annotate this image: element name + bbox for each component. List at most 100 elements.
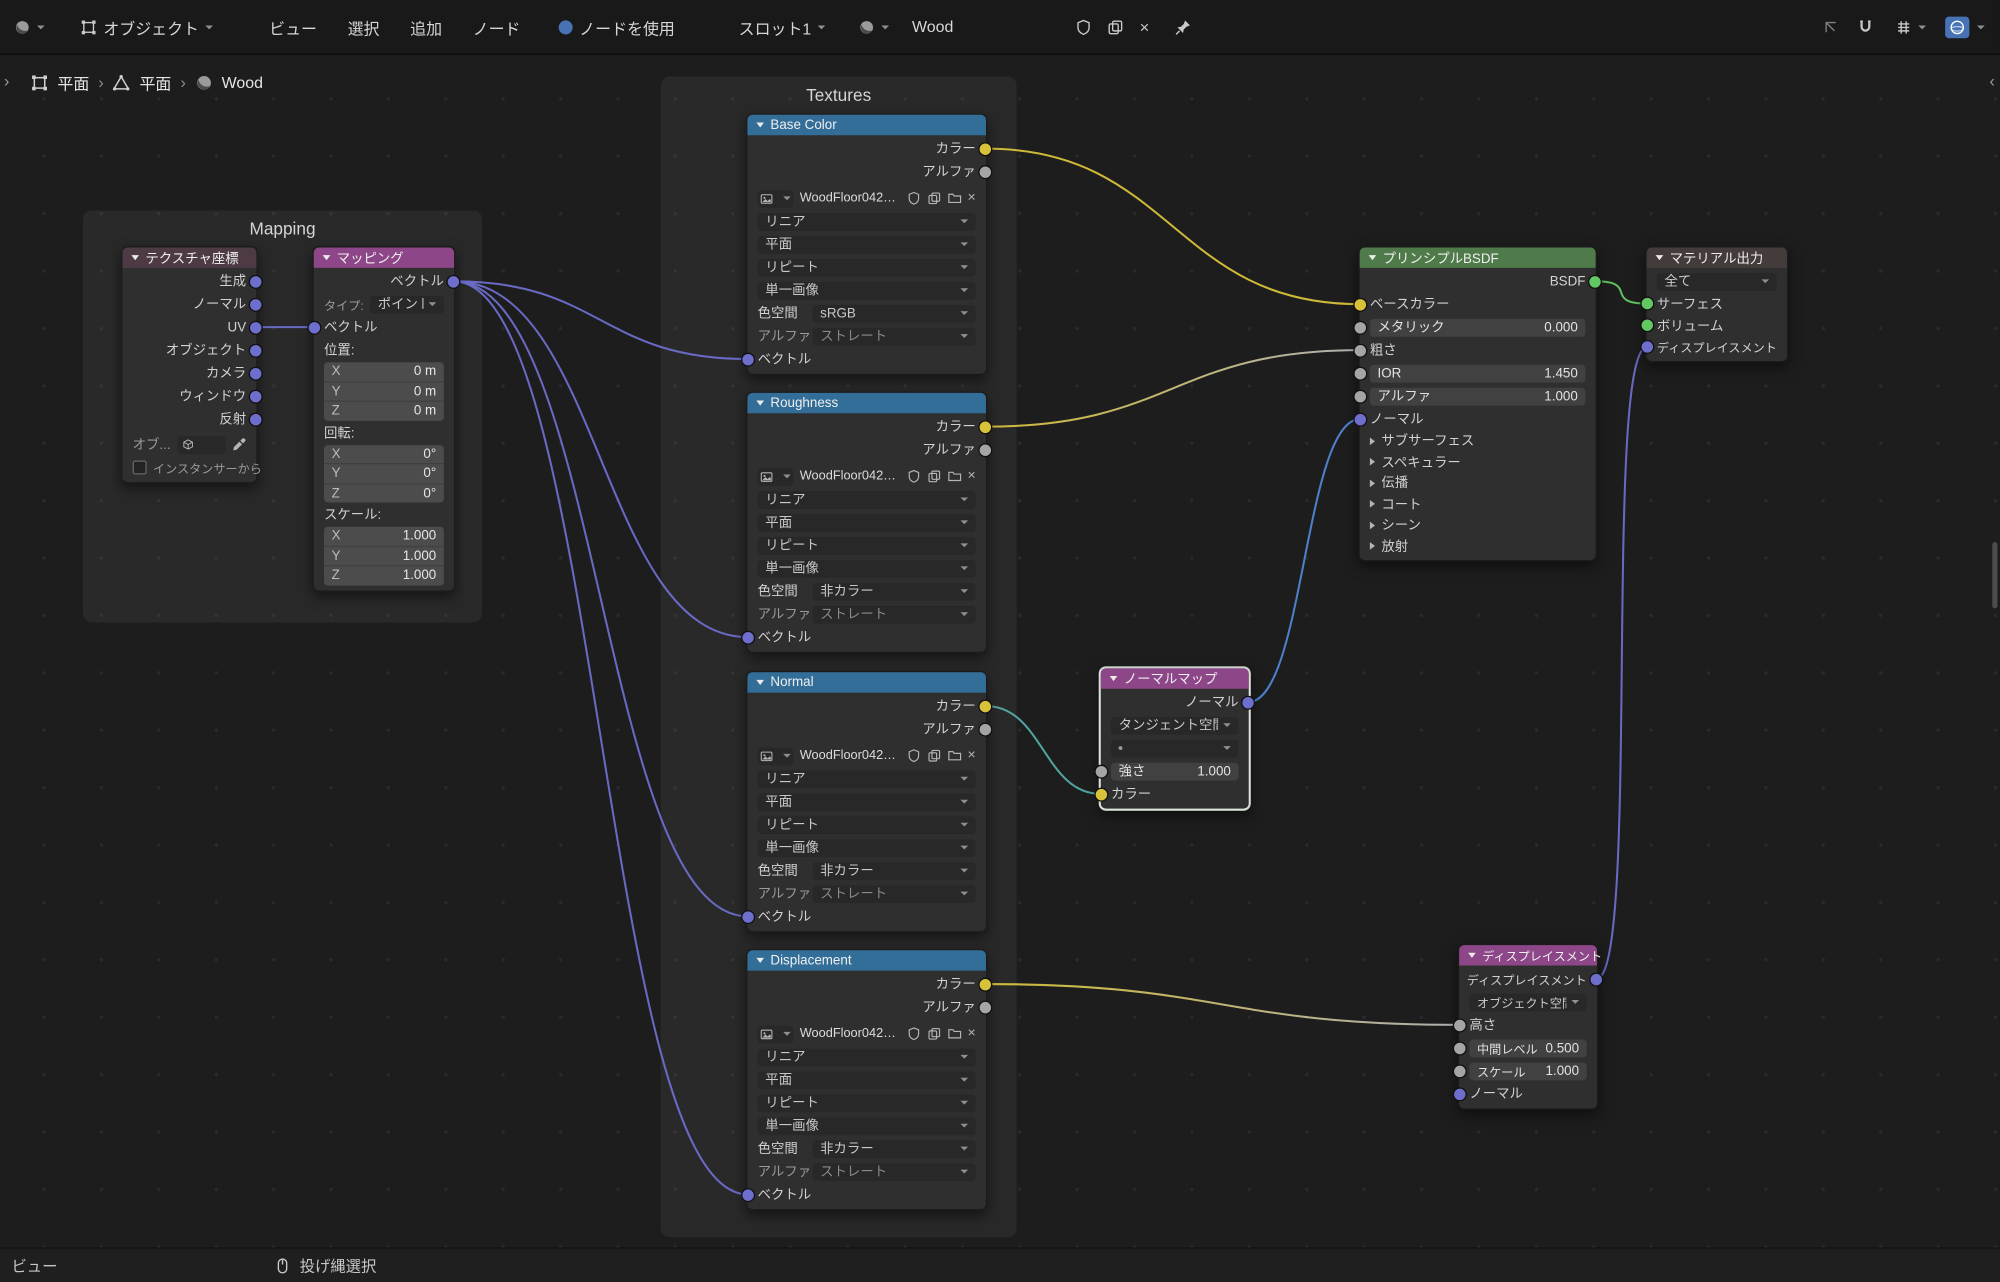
vector-input-socket[interactable]: [741, 909, 755, 923]
object-field[interactable]: [177, 436, 226, 454]
collapse-icon[interactable]: [1468, 953, 1476, 958]
snap-magnet-icon[interactable]: [1857, 18, 1874, 35]
eyedropper-icon[interactable]: [232, 437, 246, 451]
normal-map-node[interactable]: ノーマルマップ ノーマル タンジェント空間 強さ1.000 カラー: [1099, 667, 1250, 810]
alpha-output-socket[interactable]: [978, 443, 992, 457]
alpha-output-socket[interactable]: [978, 722, 992, 736]
menu-node[interactable]: ノード: [466, 11, 527, 43]
base-color-input-socket[interactable]: [1353, 297, 1367, 311]
fake-user-icon[interactable]: [1076, 18, 1093, 35]
extension-dropdown[interactable]: リピート: [758, 816, 976, 834]
vertical-scrollbar[interactable]: [1992, 542, 1997, 608]
use-nodes-checkbox[interactable]: ノードを使用: [552, 11, 681, 43]
source-dropdown[interactable]: 単一画像: [758, 839, 976, 857]
normal-output-socket[interactable]: [1241, 695, 1255, 709]
image-texture-node[interactable]: Normal カラー アルファ WoodFloor042_4... × リニア …: [746, 671, 987, 932]
material-slot-dropdown[interactable]: スロット1: [732, 11, 831, 43]
image-name[interactable]: WoodFloor042_4...: [800, 191, 900, 205]
back-arrow-icon[interactable]: [1823, 18, 1840, 35]
image-name[interactable]: WoodFloor042_4...: [800, 1027, 900, 1041]
ior-input-socket[interactable]: [1353, 366, 1367, 380]
scale-y-field[interactable]: Y1.000: [324, 547, 444, 567]
scale-input-socket[interactable]: [1453, 1064, 1467, 1078]
shader-mode-dropdown[interactable]: オブジェクト: [74, 11, 219, 43]
color-output-socket[interactable]: [978, 420, 992, 434]
projection-dropdown[interactable]: 平面: [758, 235, 976, 253]
metallic-slider[interactable]: メタリック0.000: [1370, 318, 1586, 336]
projection-dropdown[interactable]: 平面: [758, 1071, 976, 1089]
panel-emission[interactable]: 放射: [1360, 536, 1596, 556]
node-header[interactable]: Base Color: [747, 115, 986, 135]
fake-user-icon[interactable]: [906, 191, 920, 205]
normal-input-socket[interactable]: [1453, 1087, 1467, 1101]
rotation-x-field[interactable]: X0°: [324, 445, 444, 465]
image-browse-dropdown[interactable]: [758, 1025, 794, 1043]
color-input-socket[interactable]: [1094, 787, 1108, 801]
image-name[interactable]: WoodFloor042_4...: [800, 469, 900, 483]
folder-icon[interactable]: [947, 469, 961, 483]
folder-icon[interactable]: [947, 191, 961, 205]
node-header[interactable]: プリンシプルBSDF: [1360, 247, 1596, 267]
alpha-output-socket[interactable]: [978, 1000, 992, 1014]
copy-icon[interactable]: [927, 191, 941, 205]
editor-type-dropdown[interactable]: [8, 15, 51, 39]
alpha-input-socket[interactable]: [1353, 389, 1367, 403]
reflection-output-socket[interactable]: [249, 412, 263, 426]
extension-dropdown[interactable]: リピート: [758, 1094, 976, 1112]
material-name-field[interactable]: Wood: [906, 14, 960, 40]
object-output-socket[interactable]: [249, 343, 263, 357]
strength-slider[interactable]: 強さ1.000: [1111, 762, 1239, 780]
collapse-icon[interactable]: [131, 255, 139, 260]
new-material-copy-icon[interactable]: [1108, 18, 1125, 35]
colorspace-dropdown[interactable]: 非カラー: [812, 862, 975, 880]
extension-dropdown[interactable]: リピート: [758, 258, 976, 276]
vector-input-socket[interactable]: [741, 352, 755, 366]
panel-sheen[interactable]: シーン: [1360, 515, 1596, 535]
interpolation-dropdown[interactable]: リニア: [758, 490, 976, 508]
image-browse-dropdown[interactable]: [758, 747, 794, 765]
collapse-icon[interactable]: [1110, 676, 1118, 681]
browse-material-dropdown[interactable]: [852, 15, 895, 39]
type-dropdown[interactable]: ポイント: [370, 295, 444, 313]
location-y-field[interactable]: Y0 m: [324, 382, 444, 402]
displacement-input-socket[interactable]: [1640, 340, 1654, 354]
colorspace-dropdown[interactable]: sRGB: [812, 304, 975, 322]
image-texture-node[interactable]: Displacement カラー アルファ WoodFloor042_4... …: [746, 949, 987, 1210]
unlink-icon[interactable]: ×: [968, 469, 976, 483]
rotation-y-field[interactable]: Y0°: [324, 464, 444, 484]
image-browse-dropdown[interactable]: [758, 467, 794, 485]
volume-input-socket[interactable]: [1640, 318, 1654, 332]
roughness-input-socket[interactable]: [1353, 343, 1367, 357]
interpolation-dropdown[interactable]: リニア: [758, 212, 976, 230]
source-dropdown[interactable]: 単一画像: [758, 559, 976, 577]
color-output-socket[interactable]: [978, 977, 992, 991]
alpha-mode-dropdown[interactable]: ストレート: [812, 327, 975, 345]
scale-slider[interactable]: スケール1.000: [1469, 1062, 1586, 1080]
normal-input-socket[interactable]: [1353, 412, 1367, 426]
collapse-icon[interactable]: [1656, 255, 1664, 260]
image-name[interactable]: WoodFloor042_4...: [800, 749, 900, 763]
surface-input-socket[interactable]: [1640, 297, 1654, 311]
location-z-field[interactable]: Z0 m: [324, 402, 444, 420]
location-x-field[interactable]: X0 m: [324, 362, 444, 382]
vector-input-socket[interactable]: [307, 320, 321, 334]
breadcrumb-data[interactable]: 平面: [139, 70, 171, 94]
extension-dropdown[interactable]: リピート: [758, 536, 976, 554]
alpha-slider[interactable]: アルファ1.000: [1370, 387, 1586, 405]
chevron-down-icon[interactable]: [1977, 25, 1985, 29]
node-editor-canvas[interactable]: Mapping Textures テクスチャ座標 生成 ノーマル UV オブジェ…: [0, 0, 2000, 1282]
interpolation-dropdown[interactable]: リニア: [758, 1048, 976, 1066]
projection-dropdown[interactable]: 平面: [758, 793, 976, 811]
scale-z-field[interactable]: Z1.000: [324, 566, 444, 584]
collapse-icon[interactable]: [756, 122, 764, 127]
pin-icon[interactable]: [1175, 18, 1192, 35]
unlink-icon[interactable]: ×: [1140, 17, 1150, 36]
collapse-icon[interactable]: [756, 680, 764, 685]
overlays-toggle[interactable]: [1945, 16, 1969, 38]
fake-user-icon[interactable]: [906, 1027, 920, 1041]
region-expand-left-icon[interactable]: ›: [4, 71, 10, 90]
menu-add[interactable]: 追加: [404, 11, 449, 43]
panel-coat[interactable]: コート: [1360, 494, 1596, 514]
bsdf-output-socket[interactable]: [1588, 274, 1602, 288]
uvmap-dropdown[interactable]: [1111, 739, 1239, 757]
